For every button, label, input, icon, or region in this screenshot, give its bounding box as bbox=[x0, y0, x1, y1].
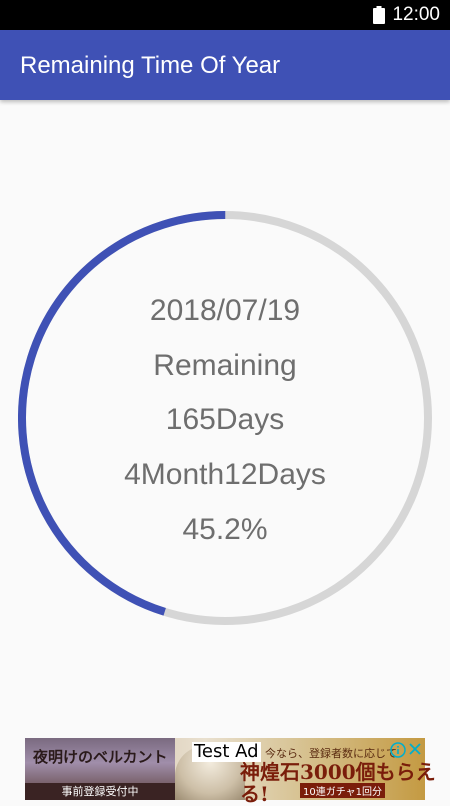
ad-preregistration-text: 事前登録受付中 bbox=[25, 783, 175, 800]
battery-icon bbox=[373, 6, 385, 24]
remaining-label: Remaining bbox=[153, 349, 297, 382]
close-icon[interactable] bbox=[408, 742, 422, 756]
ad-test-label: Test Ad bbox=[192, 741, 261, 762]
current-date: 2018/07/19 bbox=[149, 294, 301, 327]
status-bar: 12:00 bbox=[0, 0, 450, 30]
remaining-percent: 45.2% bbox=[182, 513, 268, 546]
ad-promo-line-3: 10連ガチャ1回分 bbox=[300, 783, 385, 798]
remaining-months-days: 4Month12Days bbox=[124, 458, 326, 491]
info-icon[interactable] bbox=[390, 742, 406, 758]
ad-promo-line-1: 今なら、登録者数に応じて bbox=[265, 747, 397, 760]
clock: 12:00 bbox=[392, 4, 440, 25]
remaining-days: 165Days bbox=[165, 403, 285, 436]
ad-art-left: 夜明けのベルカント 事前登録受付中 bbox=[25, 738, 175, 800]
app-bar: Remaining Time Of Year bbox=[0, 30, 450, 100]
ad-game-title: 夜明けのベルカント bbox=[33, 748, 168, 766]
app-title: Remaining Time Of Year bbox=[20, 52, 281, 79]
